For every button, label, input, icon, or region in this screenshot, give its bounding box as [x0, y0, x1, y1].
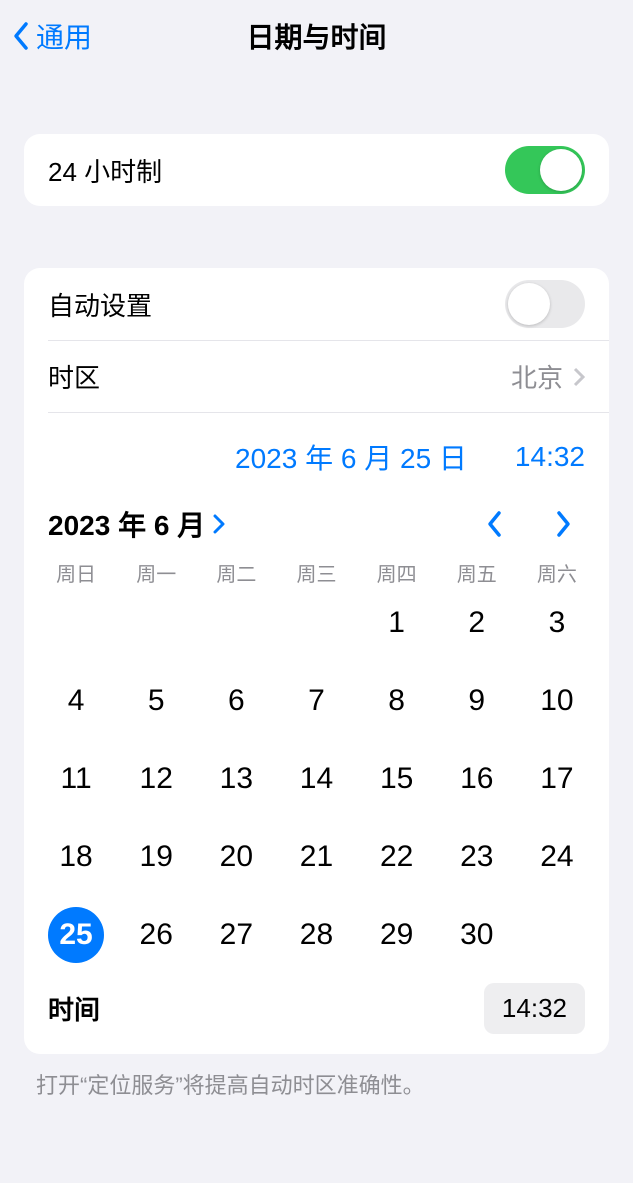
calendar-day[interactable]: 7	[276, 671, 356, 731]
auto-set-toggle[interactable]	[505, 280, 585, 328]
weekday-label: 周五	[437, 558, 517, 587]
back-label: 通用	[36, 16, 92, 56]
calendar-day[interactable]: 6	[196, 671, 276, 731]
calendar-day[interactable]: 8	[357, 671, 437, 731]
calendar-day[interactable]: 26	[116, 905, 196, 965]
calendar-day[interactable]: 28	[276, 905, 356, 965]
picked-time[interactable]: 14:32	[515, 441, 585, 473]
auto-set-row: 自动设置	[24, 268, 609, 340]
twenty-four-hour-row: 24 小时制	[24, 134, 609, 206]
calendar-day[interactable]: 22	[357, 827, 437, 887]
calendar-day[interactable]: 10	[517, 671, 597, 731]
calendar-day[interactable]: 9	[437, 671, 517, 731]
auto-set-label: 自动设置	[48, 286, 505, 323]
calendar-day[interactable]: 23	[437, 827, 517, 887]
timezone-label: 时区	[48, 358, 511, 395]
weekday-label: 周六	[517, 558, 597, 587]
picked-datetime-row: 2023 年 6 月 25 日 14:32	[48, 412, 609, 484]
page-title: 日期与时间	[246, 16, 386, 56]
calendar-next-month[interactable]	[541, 509, 585, 539]
twenty-four-hour-toggle[interactable]	[505, 146, 585, 194]
back-button[interactable]: 通用	[12, 16, 92, 56]
calendar-day[interactable]: 14	[276, 749, 356, 809]
timezone-row[interactable]: 时区 北京	[48, 340, 609, 412]
calendar-day[interactable]: 16	[437, 749, 517, 809]
calendar-day[interactable]: 12	[116, 749, 196, 809]
calendar-day[interactable]: 11	[36, 749, 116, 809]
calendar-day[interactable]: 1	[357, 593, 437, 653]
chevron-right-icon	[213, 514, 225, 534]
calendar-day[interactable]: 15	[357, 749, 437, 809]
time-label: 时间	[48, 990, 100, 1027]
calendar-month-expand[interactable]	[213, 514, 225, 534]
weekday-label: 周一	[116, 558, 196, 587]
weekday-label: 周三	[276, 558, 356, 587]
weekday-label: 周四	[357, 558, 437, 587]
weekday-label: 周日	[36, 558, 116, 587]
calendar-day[interactable]: 24	[517, 827, 597, 887]
calendar-month-label[interactable]: 2023 年 6 月	[48, 504, 205, 544]
calendar-day[interactable]: 18	[36, 827, 116, 887]
picked-date[interactable]: 2023 年 6 月 25 日	[235, 437, 467, 477]
calendar-day[interactable]: 20	[196, 827, 276, 887]
calendar-day[interactable]: 3	[517, 593, 597, 653]
calendar-day[interactable]: 19	[116, 827, 196, 887]
calendar-day[interactable]: 4	[36, 671, 116, 731]
chevron-left-icon	[486, 509, 504, 539]
calendar-day[interactable]: 13	[196, 749, 276, 809]
chevron-left-icon	[12, 20, 32, 52]
timezone-value: 北京	[511, 358, 563, 395]
calendar-prev-month[interactable]	[473, 509, 517, 539]
time-picker[interactable]: 14:32	[484, 983, 585, 1034]
calendar-day[interactable]: 5	[116, 671, 196, 731]
twenty-four-hour-label: 24 小时制	[48, 152, 505, 189]
weekday-label: 周二	[196, 558, 276, 587]
chevron-right-icon	[554, 509, 572, 539]
calendar-day[interactable]: 30	[437, 905, 517, 965]
chevron-right-icon	[573, 367, 585, 387]
calendar-day[interactable]: 27	[196, 905, 276, 965]
calendar-day[interactable]: 21	[276, 827, 356, 887]
calendar-day[interactable]: 17	[517, 749, 597, 809]
calendar-day[interactable]: 25	[36, 905, 116, 965]
calendar-day[interactable]: 29	[357, 905, 437, 965]
footer-note: 打开“定位服务”将提高自动时区准确性。	[36, 1068, 597, 1100]
calendar-day[interactable]: 2	[437, 593, 517, 653]
